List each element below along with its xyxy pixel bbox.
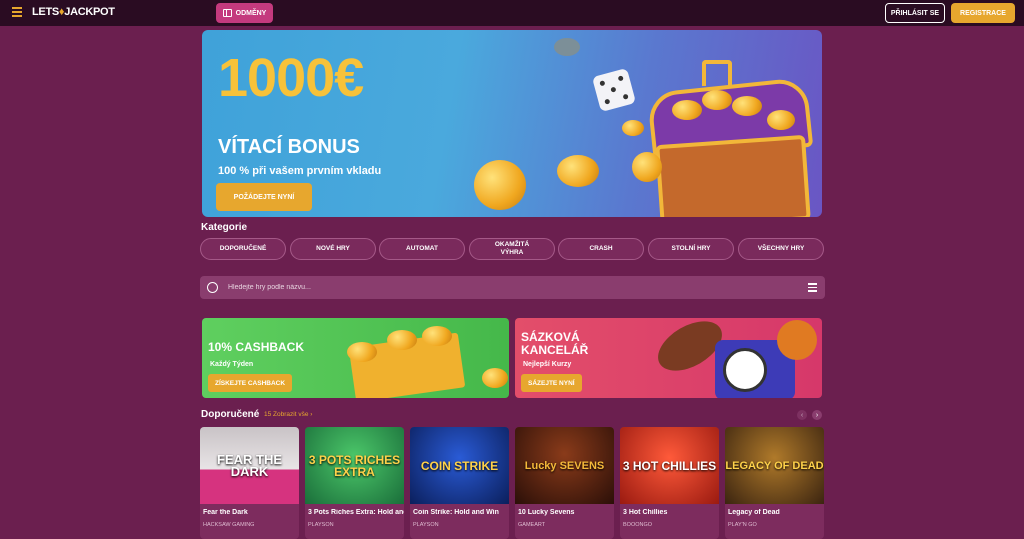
coin-image — [632, 152, 662, 182]
coin-image — [672, 100, 702, 120]
search-input[interactable] — [228, 280, 788, 295]
game-card[interactable]: COIN STRIKE Coin Strike: Hold and Win PL… — [410, 427, 509, 539]
cashback-title: 10% CASHBACK — [208, 340, 305, 354]
game-thumbnail: LEGACY OF DEAD — [725, 427, 824, 504]
category-new-games[interactable]: NOVÉ HRY — [290, 238, 376, 260]
coin-image — [554, 38, 580, 56]
game-card[interactable]: Lucky SEVENS 10 Lucky Sevens GAMEART — [515, 427, 614, 539]
register-button[interactable]: REGISTRACE — [951, 3, 1015, 23]
search-icon — [207, 282, 218, 293]
game-card[interactable]: 3 POTS RICHES EXTRA 3 Pots Riches Extra:… — [305, 427, 404, 539]
sportsbook-promo-banner[interactable]: SÁZKOVÁ KANCELÁŘ Nejlepší Kurzy SÁZEJTE N… — [515, 318, 822, 398]
category-crash[interactable]: CRASH — [558, 238, 644, 260]
prev-arrow-icon[interactable]: ‹ — [797, 410, 807, 420]
coin-image — [767, 110, 795, 130]
game-thumbnail: FEAR THE DARK — [200, 427, 299, 504]
rewards-label: ODMĚNY — [235, 9, 267, 17]
cashback-promo-banner[interactable]: 10% CASHBACK Každý Týden ZÍSKEJTE CASHBA… — [202, 318, 509, 398]
coin-image — [702, 90, 732, 110]
game-title: 10 Lucky Sevens — [518, 509, 575, 516]
recommended-games-row: FEAR THE DARK Fear the Dark HACKSAW GAMI… — [200, 427, 824, 539]
game-thumbnail: 3 HOT CHILLIES — [620, 427, 719, 504]
bonus-title: VÍTACÍ BONUS — [218, 136, 360, 158]
game-card[interactable]: 3 HOT CHILLIES 3 Hot Chillies BOOONGO — [620, 427, 719, 539]
sportsbook-title: SÁZKOVÁ KANCELÁŘ — [521, 331, 588, 357]
top-header: LETS♦JACKPOT ODMĚNY PŘIHLÁSIT SE REGISTR… — [0, 0, 1024, 26]
game-title: Legacy of Dead — [728, 509, 780, 516]
coin-image — [347, 342, 377, 362]
show-all-link[interactable]: 15 Zobrazit vše › — [264, 411, 312, 418]
sportsbook-subtitle: Nejlepší Kurzy — [523, 361, 572, 368]
categories-heading: Kategorie — [201, 222, 248, 233]
game-thumbnail: COIN STRIKE — [410, 427, 509, 504]
sportsbook-title-line1: SÁZKOVÁ — [521, 330, 580, 344]
category-instant-win[interactable]: OKAMŽITÁ VÝHRA — [469, 238, 555, 260]
claim-bonus-button[interactable]: POŽÁDEJTE NYNÍ — [216, 183, 312, 211]
menu-icon[interactable] — [12, 7, 22, 19]
coin-image — [557, 155, 599, 187]
logo-text-right: JACKPOT — [64, 6, 115, 18]
bonus-amount: 1000€ — [218, 48, 364, 108]
basketball-image — [777, 320, 817, 360]
coin-image — [422, 326, 452, 346]
sportsbook-title-line2: KANCELÁŘ — [521, 343, 589, 357]
game-title: 3 Pots Riches Extra: Hold and Win — [308, 509, 404, 516]
game-title: Coin Strike: Hold and Win — [413, 509, 499, 516]
filter-icon[interactable] — [808, 283, 817, 292]
game-provider: HACKSAW GAMING — [203, 522, 255, 528]
game-card[interactable]: FEAR THE DARK Fear the Dark HACKSAW GAMI… — [200, 427, 299, 539]
welcome-bonus-banner[interactable]: 1000€ VÍTACÍ BONUS 100 % při vašem první… — [202, 30, 822, 217]
chest-handle-image — [702, 60, 732, 86]
game-title: Fear the Dark — [203, 509, 248, 516]
rewards-button[interactable]: ODMĚNY — [216, 3, 273, 23]
bonus-subtitle: 100 % při vašem prvním vkladu — [218, 165, 382, 177]
login-button[interactable]: PŘIHLÁSIT SE — [885, 3, 945, 23]
game-provider: PLAYSON — [413, 522, 439, 528]
game-search-bar — [200, 276, 825, 299]
category-recommended[interactable]: DOPORUČENÉ — [200, 238, 286, 260]
game-thumbnail: Lucky SEVENS — [515, 427, 614, 504]
category-all-games[interactable]: VŠECHNY HRY — [738, 238, 824, 260]
show-all-label: 15 Zobrazit vše — [264, 411, 309, 418]
site-logo[interactable]: LETS♦JACKPOT — [32, 6, 115, 18]
game-provider: BOOONGO — [623, 522, 653, 528]
next-arrow-icon[interactable]: › — [812, 410, 822, 420]
game-provider: GAMEART — [518, 522, 546, 528]
game-thumbnail: 3 POTS RICHES EXTRA — [305, 427, 404, 504]
coin-image — [387, 330, 417, 350]
get-cashback-button[interactable]: ZÍSKEJTE CASHBACK — [208, 374, 293, 392]
recommended-heading: Doporučené — [201, 409, 260, 420]
coin-image — [482, 368, 508, 388]
treasure-chest-image — [655, 134, 811, 217]
dice-image — [591, 67, 637, 113]
coin-image — [474, 160, 526, 210]
soccer-ball-image — [723, 348, 767, 392]
category-tabs: DOPORUČENÉ NOVÉ HRY AUTOMAT OKAMŽITÁ VÝH… — [200, 238, 826, 260]
game-provider: PLAY'N GO — [728, 522, 757, 528]
bet-now-button[interactable]: SÁZEJTE NYNÍ — [521, 374, 582, 392]
coin-image — [732, 96, 762, 116]
category-slots[interactable]: AUTOMAT — [379, 238, 465, 260]
game-provider: PLAYSON — [308, 522, 334, 528]
gift-icon — [222, 9, 232, 17]
game-card[interactable]: LEGACY OF DEAD Legacy of Dead PLAY'N GO — [725, 427, 824, 539]
category-table-games[interactable]: STOLNÍ HRY — [648, 238, 734, 260]
coin-image — [622, 120, 644, 136]
cashback-subtitle: Každý Týden — [210, 361, 254, 368]
game-title: 3 Hot Chillies — [623, 509, 668, 516]
logo-text-left: LETS — [32, 6, 59, 18]
